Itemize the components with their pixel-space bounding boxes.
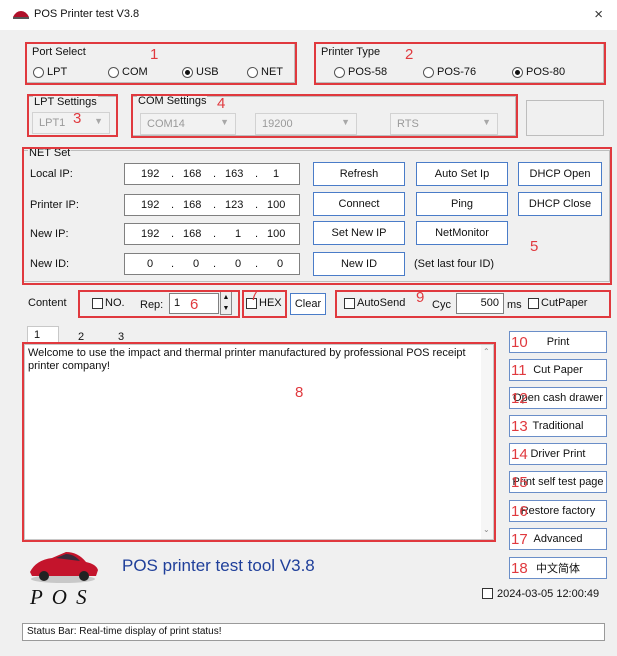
annotation-number-16: 16 <box>511 503 528 520</box>
annotation-number-17: 17 <box>511 531 528 548</box>
tab-1-label: 1 <box>34 329 41 341</box>
annotation-number-10: 10 <box>511 334 528 351</box>
annotation-box-7 <box>242 290 287 318</box>
pos-logo-text: P O S <box>30 585 89 609</box>
annotation-box-1 <box>25 42 297 85</box>
pos-car-logo <box>30 552 98 583</box>
annotation-number-14: 14 <box>511 446 528 463</box>
annotation-number-12: 12 <box>511 390 528 407</box>
app-window: POS Printer test V3.8 × Port Select LPT … <box>0 0 617 656</box>
annotation-number-13: 13 <box>511 418 528 435</box>
tool-title: POS printer test tool V3.8 <box>122 556 315 575</box>
annotation-box-8 <box>22 342 496 542</box>
annotation-box-4 <box>131 94 518 138</box>
printer-app-icon <box>13 11 29 19</box>
blank-settings-group <box>526 100 604 136</box>
content-label: Content <box>28 297 67 309</box>
window-title: POS Printer test V3.8 <box>34 8 140 20</box>
annotation-box-6 <box>78 290 240 318</box>
annotation-number-9: 9 <box>416 289 425 306</box>
annotation-number-5: 5 <box>530 238 539 255</box>
datetime-display: 2024-03-05 12:00:49 <box>497 588 600 600</box>
close-icon[interactable]: × <box>594 6 603 23</box>
datetime-checkbox-box <box>482 588 493 599</box>
status-bar: Status Bar: Real-time display of print s… <box>22 623 605 641</box>
annotation-number-15: 15 <box>511 474 528 491</box>
annotation-number-2: 2 <box>405 46 414 63</box>
annotation-box-2 <box>314 42 606 85</box>
title-bar: POS Printer test V3.8 × <box>0 0 617 30</box>
annotation-number-8: 8 <box>295 384 304 401</box>
annotation-number-1: 1 <box>150 46 159 63</box>
annotation-box-9 <box>335 290 611 318</box>
annotation-number-3: 3 <box>73 110 82 127</box>
datetime-checkbox[interactable] <box>482 588 493 599</box>
status-bar-text: Status Bar: Real-time display of print s… <box>27 626 222 637</box>
annotation-number-11: 11 <box>511 362 527 379</box>
annotation-number-18: 18 <box>511 560 528 577</box>
annotation-number-4: 4 <box>217 95 226 112</box>
annotation-number-7: 7 <box>250 287 259 304</box>
annotation-number-6: 6 <box>190 296 199 313</box>
clear-button[interactable]: Clear <box>290 293 326 315</box>
annotation-box-5 <box>22 147 612 285</box>
